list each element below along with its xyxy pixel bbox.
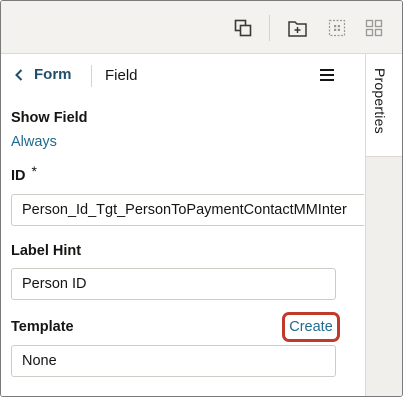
id-field-value: Person_Id_Tgt_PersonToPaymentContactMMIn… xyxy=(22,202,347,218)
breadcrumb-current: Field xyxy=(105,67,138,84)
properties-panel: Form Field Show Field Always ID * Person_… xyxy=(1,54,364,396)
label-hint-field[interactable]: Person ID xyxy=(11,268,336,300)
show-field-value-link[interactable]: Always xyxy=(11,134,57,150)
select-region-icon[interactable] xyxy=(326,17,348,39)
grid-layout-icon[interactable] xyxy=(363,17,385,39)
id-label-text: ID xyxy=(11,168,26,184)
show-field-label: Show Field xyxy=(11,110,88,126)
tab-properties[interactable]: Properties xyxy=(366,54,402,157)
id-field[interactable]: Person_Id_Tgt_PersonToPaymentContactMMIn… xyxy=(11,194,364,226)
required-marker: * xyxy=(31,163,37,179)
toolbar-divider xyxy=(269,15,270,41)
top-toolbar xyxy=(1,1,402,54)
app-window: Properties Form Field Show Field Always … xyxy=(0,0,403,397)
side-tab-strip: Properties xyxy=(365,54,402,396)
breadcrumb-divider xyxy=(91,65,92,87)
add-folder-icon[interactable] xyxy=(286,17,308,39)
back-link-label: Form xyxy=(34,66,72,83)
template-create-button[interactable]: Create xyxy=(282,312,340,342)
template-value: None xyxy=(22,353,57,369)
label-hint-label: Label Hint xyxy=(11,243,82,259)
template-label: Template xyxy=(11,319,74,335)
template-field[interactable]: None xyxy=(11,345,336,377)
breadcrumb: Form Field xyxy=(1,54,364,98)
hamburger-menu-icon[interactable] xyxy=(319,67,335,83)
back-to-form-link[interactable]: Form xyxy=(15,66,72,83)
chevron-left-icon xyxy=(15,68,25,82)
template-create-label: Create xyxy=(289,319,333,335)
duplicate-icon[interactable] xyxy=(232,17,254,39)
tab-properties-label: Properties xyxy=(372,68,388,134)
label-hint-value: Person ID xyxy=(22,276,87,292)
id-label: ID * xyxy=(11,163,37,184)
